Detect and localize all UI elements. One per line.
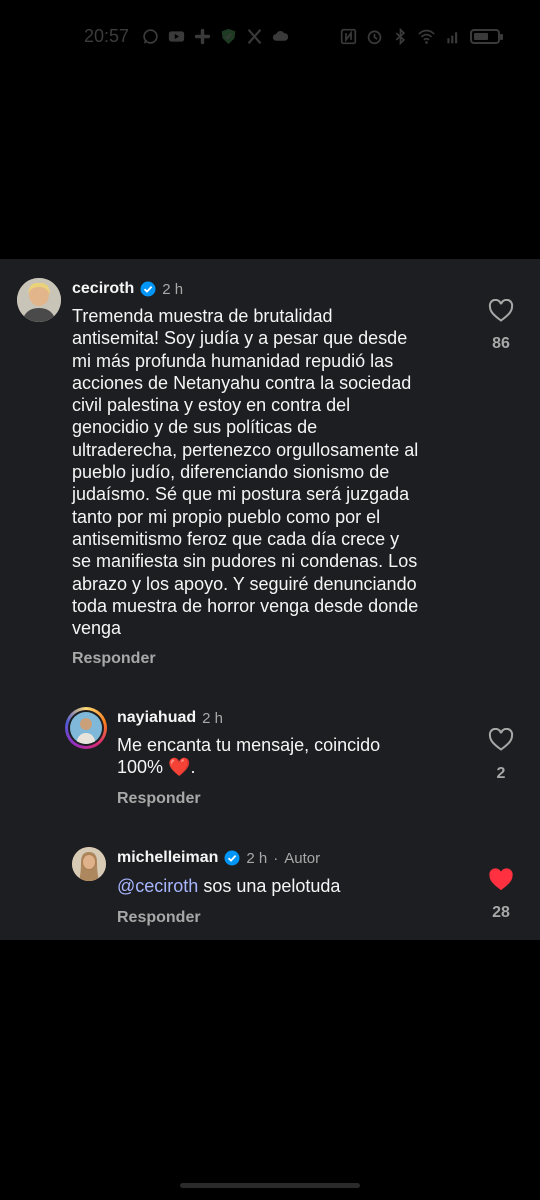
heart-filled-icon[interactable] (488, 868, 514, 892)
text-line: Tremenda muestra de brutalidad (72, 306, 333, 326)
reply-button[interactable]: Responder (117, 790, 201, 808)
wifi-icon (418, 29, 435, 44)
mention-link[interactable]: @ceciroth (117, 876, 198, 896)
whatsapp-icon (143, 28, 158, 44)
home-indicator[interactable] (180, 1183, 360, 1188)
x-icon (247, 28, 262, 44)
like-count: 28 (492, 904, 510, 921)
avatar-nayiahuad[interactable] (65, 707, 107, 749)
alarm-icon (367, 30, 382, 44)
text-line: toda muestra de horror venga desde donde (72, 595, 419, 616)
shield-icon (221, 28, 236, 44)
text-line: antisemita! Soy judía y a pesar que desd… (72, 328, 408, 349)
status-bar: 20:57 (0, 18, 540, 54)
nfc-icon (340, 28, 357, 44)
text-line: pueblo judío, diferenciando sionismo de (72, 462, 390, 483)
status-bar-right (340, 27, 503, 45)
comment-text: Tremenda muestra de brutalidad antisemit… (72, 305, 472, 639)
person-photo-icon (17, 278, 61, 322)
like-count: 86 (492, 335, 510, 352)
timestamp: 2 h (202, 709, 223, 727)
reply-button[interactable]: Responder (117, 909, 201, 927)
reply-button[interactable]: Responder (72, 650, 156, 668)
username[interactable]: ceciroth (72, 280, 134, 298)
text-line: civil palestina y estoy en contra del (72, 395, 351, 416)
separator: · (273, 849, 279, 867)
person-photo-icon (72, 847, 106, 881)
verified-badge-icon (224, 850, 240, 866)
username[interactable]: nayiahuad (117, 709, 196, 727)
person-photo-icon (70, 712, 102, 744)
text-line: ultraderecha, pertenezco orgullosamente … (72, 439, 419, 460)
slack-icon (194, 28, 211, 44)
cloud-icon (272, 30, 289, 41)
text-part: . (190, 757, 196, 778)
youtube-icon (168, 30, 185, 42)
text-line: 100% ❤️. (117, 756, 477, 778)
text-part: 100% (117, 757, 164, 778)
battery-icon (470, 28, 503, 44)
bluetooth-icon (395, 27, 406, 45)
comments-panel: ceciroth 2 h Tremenda muestra de brutali… (0, 259, 540, 940)
text-line: venga (72, 618, 122, 639)
avatar-michelleiman[interactable] (72, 847, 106, 881)
text-line: se manifiesta sin pudores ni condenas. L… (72, 551, 418, 572)
timestamp: 2 h (246, 849, 268, 867)
comment-header: ceciroth 2 h (72, 280, 183, 298)
verified-badge-icon (140, 281, 156, 297)
text-line: abrazo y los apoyo. Y seguiré denunciand… (72, 573, 417, 594)
text-line: mi más profunda humanidad repudió las (72, 350, 394, 371)
timestamp: 2 h (162, 280, 184, 298)
like-count: 2 (496, 765, 506, 782)
heart-outline-icon[interactable] (488, 299, 514, 323)
text-line: acciones de Netanyahu contra la sociedad (72, 372, 412, 393)
heart-emoji-icon: ❤️ (168, 757, 191, 778)
text-line: genocidio y de sus políticas de (72, 417, 318, 438)
status-bar-left: 20:57 (84, 26, 289, 47)
comment-header: nayiahuad 2 h (117, 709, 223, 727)
text-line: judaísmo. Sé que mi postura será juzgada (72, 484, 410, 505)
comment-text: @ceciroth sos una pelotuda (117, 875, 477, 897)
text-part: sos una pelotuda (203, 876, 341, 896)
text-line: Me encanta tu mensaje, coincido (117, 735, 381, 755)
text-line: antisemitismo feroz que cada día crece y (72, 528, 400, 549)
text-line: tanto por mi propio pueblo como por el (72, 506, 381, 527)
status-time: 20:57 (84, 25, 130, 46)
heart-outline-icon[interactable] (488, 728, 514, 752)
avatar-ceciroth[interactable] (17, 278, 61, 322)
username[interactable]: michelleiman (117, 849, 218, 867)
author-tag: Autor (284, 849, 321, 867)
sim-icon (447, 31, 458, 43)
comment-text: Me encanta tu mensaje, coincido 100% ❤️. (117, 734, 477, 779)
comment-header: michelleiman 2 h · Autor (117, 849, 320, 867)
